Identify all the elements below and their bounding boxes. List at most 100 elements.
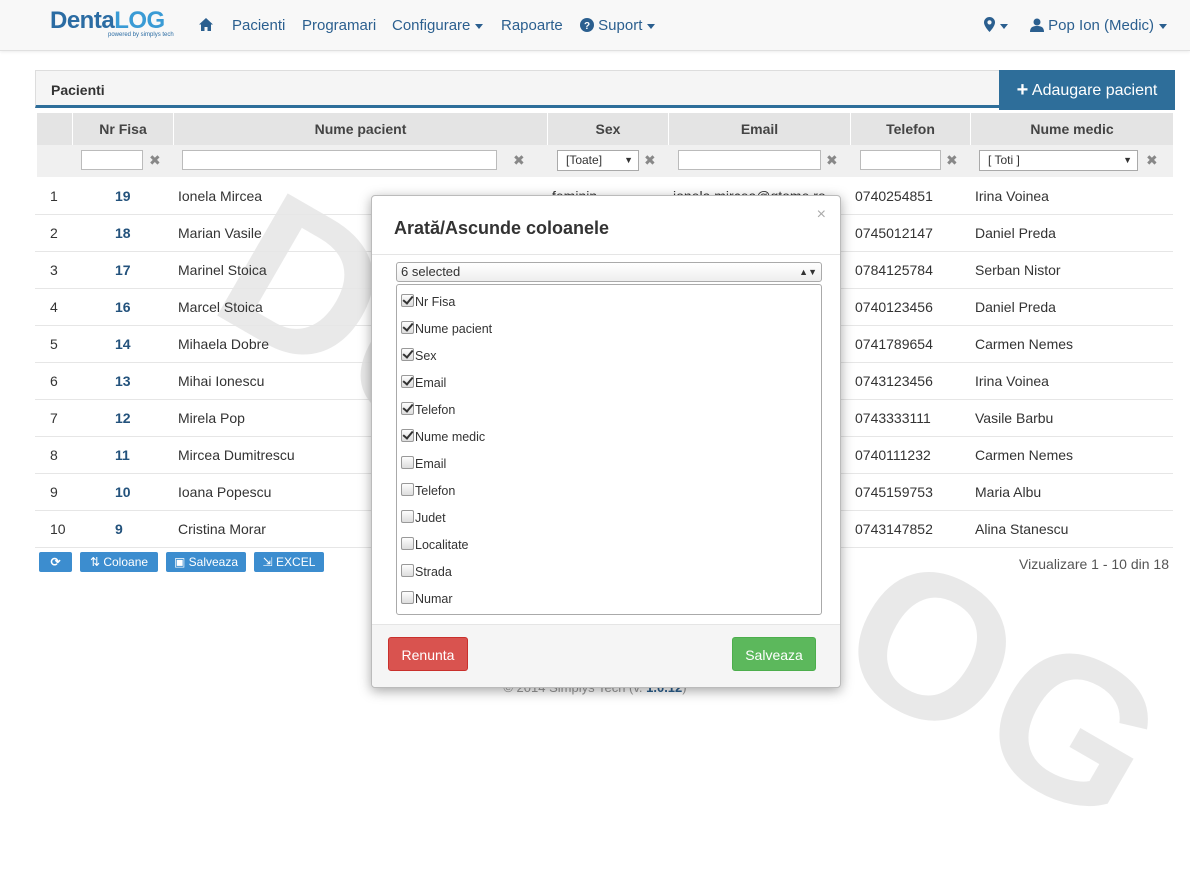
columns-button[interactable]: ⇅ Coloane bbox=[80, 552, 158, 572]
medic-name-cell: Daniel Preda bbox=[975, 299, 1056, 315]
column-option-label: Nume pacient bbox=[415, 322, 493, 336]
telefon-filter-input[interactable] bbox=[860, 150, 941, 170]
checkbox-unchecked[interactable] bbox=[401, 564, 414, 577]
clear-filter-icon[interactable]: ✖ bbox=[644, 152, 656, 168]
nav-suport-label: Suport bbox=[598, 17, 643, 34]
medic-filter-select[interactable]: [ Toti ] ▼ bbox=[979, 150, 1138, 171]
filter-row: ✖ ✖ [Toate] ▼ ✖ ✖ ✖ [ Toti ] ▼ ✖ bbox=[37, 145, 1173, 177]
excel-export-button[interactable]: ⇲ EXCEL bbox=[254, 552, 324, 572]
floppy-disk-icon: ▣ bbox=[173, 555, 186, 569]
phone-cell: 0743147852 bbox=[855, 521, 933, 537]
location-menu[interactable] bbox=[984, 16, 1008, 36]
user-menu[interactable]: Pop Ion (Medic) bbox=[1030, 16, 1168, 36]
columns-multiselect[interactable]: 6 selected ▲▼ bbox=[396, 262, 822, 282]
checkbox-unchecked[interactable] bbox=[401, 537, 414, 550]
row-index-cell: 6 bbox=[50, 373, 58, 389]
nume-pacient-filter-input[interactable] bbox=[182, 150, 497, 170]
cancel-button[interactable]: Renunta bbox=[388, 637, 468, 671]
column-option[interactable]: Telefon bbox=[401, 482, 455, 500]
medic-name-cell: Carmen Nemes bbox=[975, 336, 1074, 352]
medic-name-cell: Irina Voinea bbox=[975, 373, 1049, 389]
email-filter-input[interactable] bbox=[678, 150, 821, 170]
phone-cell: 0745159753 bbox=[855, 484, 933, 500]
checkbox-checked[interactable] bbox=[401, 348, 414, 361]
column-header-email[interactable]: Email bbox=[669, 113, 851, 145]
row-index-cell: 10 bbox=[50, 521, 66, 537]
logo-tagline: powered by simplys tech bbox=[108, 32, 174, 38]
checkbox-checked[interactable] bbox=[401, 375, 414, 388]
column-option[interactable]: Email bbox=[401, 374, 446, 392]
column-option-label: Email bbox=[415, 376, 447, 390]
add-patient-button[interactable]: + Adaugare pacient bbox=[999, 70, 1175, 110]
column-option[interactable]: Sex bbox=[401, 347, 437, 365]
column-header-nume-medic[interactable]: Nume medic bbox=[971, 113, 1173, 145]
clear-filter-icon[interactable]: ✖ bbox=[826, 152, 838, 168]
column-option[interactable]: Judet bbox=[401, 509, 446, 527]
nav-suport[interactable]: ? Suport bbox=[580, 16, 656, 36]
column-option-label: Judet bbox=[415, 511, 446, 525]
columns-option-list: Nr Fisa Nume pacient Sex Email Telefon Nume m… bbox=[396, 284, 822, 615]
home-icon[interactable] bbox=[198, 16, 214, 36]
nr-fisa-cell: 18 bbox=[115, 225, 131, 241]
modal-footer: Renunta Salveaza bbox=[372, 625, 840, 687]
column-option[interactable]: Email bbox=[401, 455, 446, 473]
column-option[interactable]: Localitate bbox=[401, 536, 469, 554]
phone-cell: 0741789654 bbox=[855, 336, 933, 352]
checkbox-unchecked[interactable] bbox=[401, 510, 414, 523]
column-option[interactable]: Telefon bbox=[401, 401, 455, 419]
medic-name-cell: Carmen Nemes bbox=[975, 447, 1074, 463]
clear-filter-icon[interactable]: ✖ bbox=[946, 152, 958, 168]
medic-name-cell: Serban Nistor bbox=[975, 262, 1061, 278]
column-option-label: Telefon bbox=[415, 484, 456, 498]
refresh-button[interactable]: ⟳ bbox=[39, 552, 72, 572]
row-index-cell: 1 bbox=[50, 188, 58, 204]
dentalog-logo[interactable]: DentaLOG powered by simplys tech bbox=[50, 7, 174, 39]
clear-filter-icon[interactable]: ✖ bbox=[1146, 152, 1158, 168]
column-option[interactable]: Strada bbox=[401, 563, 452, 581]
grid-header-row: Nr Fisa Nume pacient Sex Email Telefon N… bbox=[37, 113, 1173, 145]
nr-fisa-filter-input[interactable] bbox=[81, 150, 143, 170]
row-index-cell: 8 bbox=[50, 447, 58, 463]
save-grid-button[interactable]: ▣ Salveaza bbox=[166, 552, 246, 572]
row-index-cell: 4 bbox=[50, 299, 58, 315]
clear-filter-icon[interactable]: ✖ bbox=[513, 152, 525, 168]
nav-pacienti[interactable]: Pacienti bbox=[232, 16, 285, 36]
checkbox-unchecked[interactable] bbox=[401, 591, 414, 604]
column-header-nume-pacient[interactable]: Nume pacient bbox=[174, 113, 548, 145]
patient-name-cell: Ionela Mircea bbox=[178, 188, 263, 204]
panel-title: Pacienti bbox=[51, 82, 105, 98]
phone-cell: 0740123456 bbox=[855, 299, 933, 315]
sex-filter-select[interactable]: [Toate] ▼ bbox=[557, 150, 639, 171]
row-index-cell: 7 bbox=[50, 410, 58, 426]
svg-text:?: ? bbox=[584, 21, 590, 32]
chevron-down-icon bbox=[475, 23, 484, 29]
nav-programari[interactable]: Programari bbox=[302, 16, 376, 36]
nav-configurare-label: Configurare bbox=[392, 17, 471, 34]
column-option[interactable]: Nume pacient bbox=[401, 320, 492, 338]
row-index-cell: 5 bbox=[50, 336, 58, 352]
nav-rapoarte[interactable]: Rapoarte bbox=[501, 16, 563, 36]
nav-configurare[interactable]: Configurare bbox=[392, 16, 484, 36]
column-option[interactable]: Nr Fisa bbox=[401, 293, 455, 311]
checkbox-checked[interactable] bbox=[401, 294, 414, 307]
column-option-label: Localitate bbox=[415, 538, 469, 552]
checkbox-checked[interactable] bbox=[401, 429, 414, 442]
close-icon[interactable]: × bbox=[817, 206, 826, 224]
checkbox-unchecked[interactable] bbox=[401, 456, 414, 469]
column-header-nr-fisa[interactable]: Nr Fisa bbox=[73, 113, 174, 145]
patient-name-cell: Marian Vasile bbox=[178, 225, 262, 241]
checkbox-checked[interactable] bbox=[401, 402, 414, 415]
add-patient-label: Adaugare pacient bbox=[1031, 82, 1158, 99]
logo-suffix: LOG bbox=[114, 7, 165, 34]
clear-filter-icon[interactable]: ✖ bbox=[149, 152, 161, 168]
map-marker-icon bbox=[984, 17, 995, 34]
column-option[interactable]: Numar bbox=[401, 590, 453, 608]
patient-name-cell: Cristina Morar bbox=[178, 521, 266, 537]
checkbox-checked[interactable] bbox=[401, 321, 414, 334]
column-header-telefon[interactable]: Telefon bbox=[851, 113, 971, 145]
column-option[interactable]: Nume medic bbox=[401, 428, 485, 446]
save-button[interactable]: Salveaza bbox=[732, 637, 816, 671]
checkbox-unchecked[interactable] bbox=[401, 483, 414, 496]
patient-name-cell: Ioana Popescu bbox=[178, 484, 272, 500]
column-header-sex[interactable]: Sex bbox=[548, 113, 669, 145]
